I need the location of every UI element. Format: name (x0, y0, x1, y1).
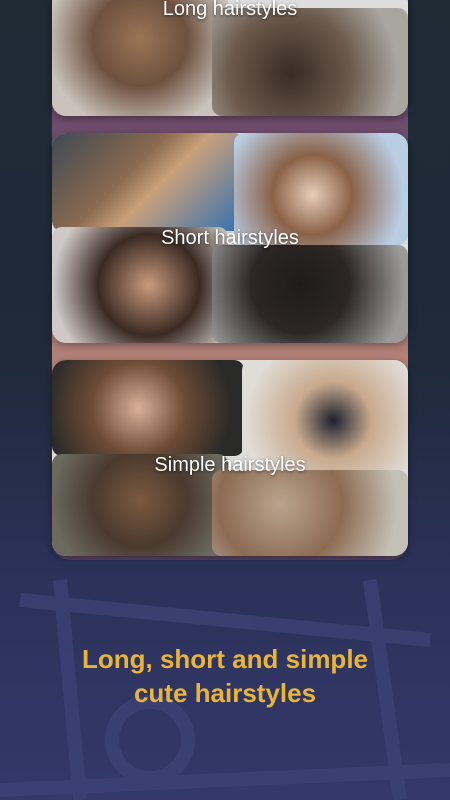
hair-photo (212, 470, 408, 556)
hair-photo (52, 133, 244, 231)
hair-photo (212, 8, 408, 116)
hair-photo (212, 245, 408, 343)
headline-line-1: Long, short and simple (81, 644, 368, 674)
category-card-simple[interactable]: Simple hairstyles (52, 360, 408, 556)
category-card-short[interactable]: Short hairstyles (52, 133, 408, 343)
card-label: Short hairstyles (161, 227, 299, 249)
card-label: Simple hairstyles (154, 454, 306, 476)
headline: Long, short and simple cute hairstyles (0, 642, 450, 710)
hair-photo (52, 360, 244, 456)
category-card-long[interactable]: Long hairstyles (52, 0, 408, 116)
headline-line-2: cute hairstyles (133, 678, 317, 708)
card-label: Long hairstyles (162, 0, 298, 20)
